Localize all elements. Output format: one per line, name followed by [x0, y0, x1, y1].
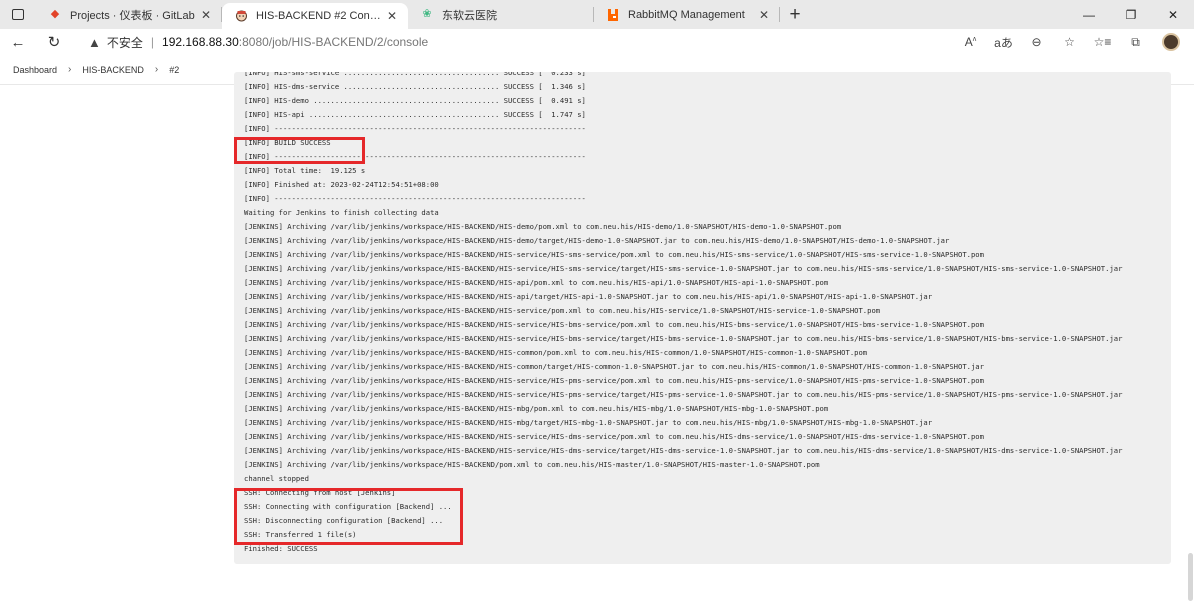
console-line: Waiting for Jenkins to finish collecting… — [244, 208, 439, 217]
console-line: [JENKINS] Archiving /var/lib/jenkins/wor… — [244, 320, 984, 329]
console-line: [JENKINS] Archiving /var/lib/jenkins/wor… — [244, 432, 984, 441]
console-line: [INFO] HIS-api .........................… — [244, 110, 586, 119]
console-line: [JENKINS] Archiving /var/lib/jenkins/wor… — [244, 334, 1123, 343]
profile-avatar[interactable] — [1162, 33, 1180, 51]
console-line: [INFO] Total time: 19.125 s — [244, 166, 366, 175]
console-line: [JENKINS] Archiving /var/lib/jenkins/wor… — [244, 348, 868, 357]
console-line: [INFO] ---------------------------------… — [244, 124, 586, 133]
console-line: [INFO] HIS-sms-service .................… — [244, 72, 586, 77]
tab-title: HIS-BACKEND #2 Console [Jenkins] — [256, 10, 384, 22]
console-line: [INFO] HIS-dms-service .................… — [244, 82, 586, 91]
console-line: [JENKINS] Archiving /var/lib/jenkins/wor… — [244, 390, 1123, 399]
tab-neusoft-hospital[interactable]: ❀ 东软云医院 ✕ — [408, 0, 594, 29]
favorites-icon[interactable]: ☆≡ — [1086, 35, 1119, 49]
tab-title: Projects · 仪表板 · GitLab — [70, 9, 195, 22]
console-line: [INFO] ---------------------------------… — [244, 194, 586, 203]
console-line: channel stopped — [244, 474, 309, 483]
console-line: [JENKINS] Archiving /var/lib/jenkins/wor… — [244, 460, 820, 469]
console-line: [JENKINS] Archiving /var/lib/jenkins/wor… — [244, 376, 984, 385]
tab-title: 东软云医院 — [442, 9, 497, 22]
tab-actions-icon — [12, 9, 24, 20]
tab-jenkins-console[interactable]: HIS-BACKEND #2 Console [Jenkins] ✕ — [222, 3, 408, 29]
insecure-label[interactable]: 不安全 — [107, 34, 143, 51]
breadcrumb-build-number[interactable]: #2 — [169, 65, 179, 75]
restore-icon[interactable]: ❐ — [1110, 0, 1152, 29]
refresh-button[interactable]: ↻ — [36, 29, 72, 55]
browser-toolbar: ← ↻ ▲ 不安全 | 192.168.88.30 :8080/job/HIS-… — [0, 29, 1194, 55]
page-scrollbar[interactable] — [1188, 553, 1193, 601]
console-lines: [INFO] HIS-sms-service .................… — [244, 72, 1122, 556]
console-line: [JENKINS] Archiving /var/lib/jenkins/wor… — [244, 404, 829, 413]
tab-actions-menu-button[interactable] — [0, 0, 36, 29]
translate-icon[interactable]: aあ — [987, 34, 1020, 51]
chevron-right-icon: › — [154, 64, 159, 75]
new-tab-button[interactable]: + — [780, 0, 810, 29]
console-line: [JENKINS] Archiving /var/lib/jenkins/wor… — [244, 278, 829, 287]
refresh-icon: ↻ — [47, 34, 61, 51]
console-line: [INFO] BUILD SUCCESS — [244, 138, 331, 147]
collections-icon[interactable]: ⧉ — [1119, 35, 1152, 50]
console-line: [JENKINS] Archiving /var/lib/jenkins/wor… — [244, 236, 950, 245]
console-line: [JENKINS] Archiving /var/lib/jenkins/wor… — [244, 222, 842, 231]
close-window-icon[interactable]: ✕ — [1152, 0, 1194, 29]
tab-title: RabbitMQ Management — [628, 8, 745, 21]
jenkins-icon — [234, 9, 248, 23]
tab-gitlab[interactable]: ◆ Projects · 仪表板 · GitLab ✕ — [36, 0, 222, 29]
warning-icon[interactable]: ▲ — [88, 35, 101, 50]
ssh-transfer-highlight — [234, 488, 463, 545]
add-favorite-icon[interactable]: ☆ — [1053, 35, 1086, 49]
breadcrumb-his-backend[interactable]: HIS-BACKEND — [82, 65, 144, 75]
console-line: [JENKINS] Archiving /var/lib/jenkins/wor… — [244, 306, 881, 315]
tab-close-icon[interactable]: ✕ — [384, 9, 400, 23]
zoom-icon[interactable]: ⊖ — [1020, 35, 1053, 49]
tab-close-icon[interactable]: ✕ — [756, 8, 772, 22]
build-success-highlight — [234, 137, 365, 164]
console-line: [INFO] HIS-demo ........................… — [244, 96, 586, 105]
address-bar[interactable]: ▲ 不安全 | 192.168.88.30 :8080/job/HIS-BACK… — [88, 34, 428, 51]
read-aloud-icon[interactable]: Aᴧ — [954, 35, 987, 49]
console-line: [JENKINS] Archiving /var/lib/jenkins/wor… — [244, 264, 1123, 273]
console-line: [JENKINS] Archiving /var/lib/jenkins/wor… — [244, 418, 933, 427]
breadcrumb-dashboard[interactable]: Dashboard — [13, 65, 57, 75]
tab-close-icon[interactable]: ✕ — [198, 8, 214, 22]
back-arrow-icon: ← — [10, 33, 26, 51]
console-line: [JENKINS] Archiving /var/lib/jenkins/wor… — [244, 362, 984, 371]
chevron-right-icon: › — [68, 64, 72, 75]
window-controls: — ❐ ✕ — [1068, 0, 1194, 29]
console-line: [INFO] ---------------------------------… — [244, 152, 586, 161]
console-line: [JENKINS] Archiving /var/lib/jenkins/wor… — [244, 250, 984, 259]
url-path[interactable]: :8080/job/HIS-BACKEND/2/console — [239, 35, 428, 49]
minimize-icon[interactable]: — — [1068, 0, 1110, 29]
address-divider: | — [150, 35, 155, 49]
console-line: [JENKINS] Archiving /var/lib/jenkins/wor… — [244, 446, 1123, 455]
browser-tab-strip: ◆ Projects · 仪表板 · GitLab ✕ HIS-BACKEND … — [0, 0, 1194, 29]
tab-rabbitmq[interactable]: RabbitMQ Management ✕ — [594, 0, 780, 29]
vue-icon: ❀ — [422, 8, 432, 20]
console-output: [INFO] HIS-sms-service .................… — [234, 72, 1171, 564]
browser-tools: Aᴧ aあ ⊖ ☆ ☆≡ ⧉ — [954, 29, 1180, 55]
rabbitmq-icon — [606, 8, 620, 22]
gitlab-icon: ◆ — [50, 8, 60, 20]
back-button[interactable]: ← — [0, 29, 36, 55]
url-host[interactable]: 192.168.88.30 — [162, 35, 239, 49]
console-line: [INFO] Finished at: 2023-02-24T12:54:51+… — [244, 180, 439, 189]
console-line: [JENKINS] Archiving /var/lib/jenkins/wor… — [244, 292, 933, 301]
